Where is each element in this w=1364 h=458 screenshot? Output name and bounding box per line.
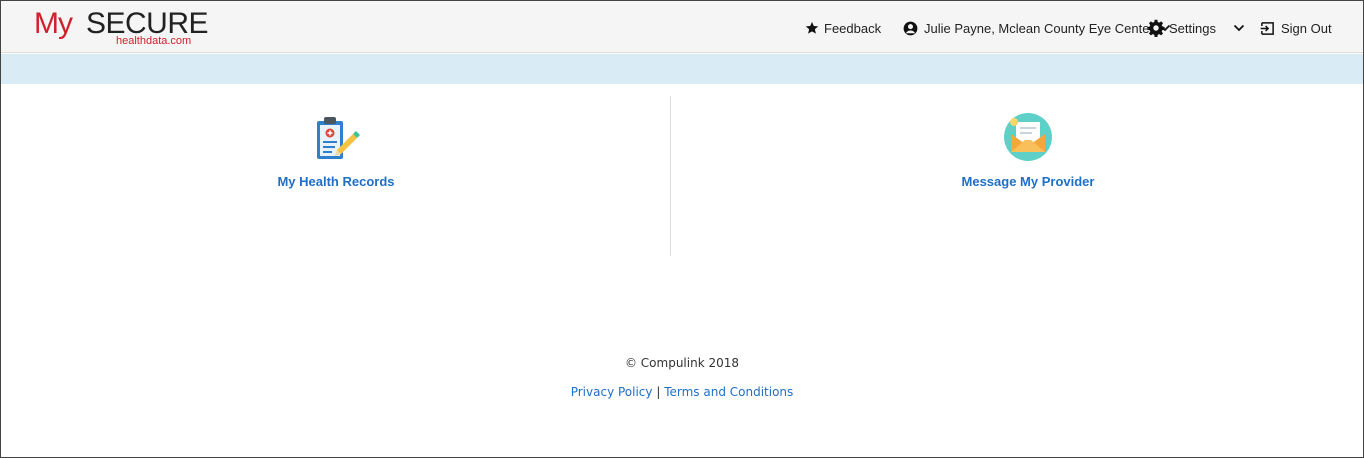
star-icon	[805, 21, 819, 34]
footer-links: Privacy Policy | Terms and Conditions	[0, 385, 1364, 399]
my-health-records-label: My Health Records	[277, 174, 395, 189]
clipboard-pencil-icon	[317, 117, 360, 159]
envelope-icon	[1004, 113, 1052, 161]
feedback-label: Feedback	[824, 20, 882, 36]
privacy-policy-link[interactable]: Privacy Policy	[571, 385, 653, 399]
logo-my: My	[34, 7, 73, 40]
user-menu[interactable]: Julie Payne, Mclean County Eye Center	[903, 18, 1171, 38]
sign-out-label: Sign Out	[1281, 20, 1332, 36]
settings-label: Settings	[1169, 20, 1216, 36]
sign-out-link[interactable]: Sign Out	[1260, 18, 1332, 38]
sign-out-icon	[1260, 21, 1274, 35]
message-my-provider-label: Message My Provider	[961, 174, 1095, 189]
feedback-link[interactable]: Feedback	[805, 18, 881, 38]
gear-icon	[1147, 19, 1165, 37]
my-health-records-tile[interactable]: My Health Records	[216, 112, 456, 189]
info-banner	[1, 54, 1363, 84]
footer-separator: |	[656, 385, 661, 399]
user-circle-icon	[903, 21, 918, 35]
copyright-text: © Compulink 2018	[624, 356, 740, 370]
message-my-provider-tile[interactable]: Message My Provider	[908, 112, 1148, 189]
chevron-down-icon	[1233, 24, 1245, 32]
settings-menu[interactable]: Settings	[1147, 18, 1245, 38]
logo[interactable]: My SECURE healthdata.com	[34, 7, 209, 47]
user-menu-label: Julie Payne, Mclean County Eye Center	[924, 20, 1154, 36]
logo-subtitle: healthdata.com	[116, 35, 192, 47]
top-header: My SECURE healthdata.com Feedback Julie …	[1, 1, 1363, 53]
terms-and-conditions-link[interactable]: Terms and Conditions	[664, 385, 793, 399]
tile-divider	[670, 96, 671, 256]
